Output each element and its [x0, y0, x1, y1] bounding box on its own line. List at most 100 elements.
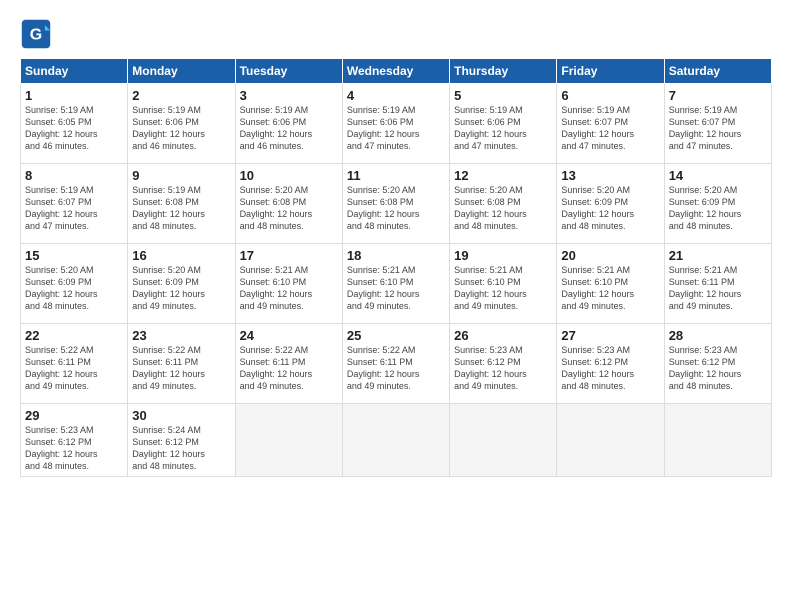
col-header-thursday: Thursday: [450, 59, 557, 84]
day-cell-11: 11Sunrise: 5:20 AM Sunset: 6:08 PM Dayli…: [342, 164, 449, 244]
empty-cell: [342, 404, 449, 477]
day-info: Sunrise: 5:22 AM Sunset: 6:11 PM Dayligh…: [25, 344, 123, 393]
day-number: 22: [25, 328, 123, 343]
day-number: 10: [240, 168, 338, 183]
day-info: Sunrise: 5:23 AM Sunset: 6:12 PM Dayligh…: [669, 344, 767, 393]
day-number: 12: [454, 168, 552, 183]
day-info: Sunrise: 5:19 AM Sunset: 6:07 PM Dayligh…: [669, 104, 767, 153]
day-cell-5: 5Sunrise: 5:19 AM Sunset: 6:06 PM Daylig…: [450, 84, 557, 164]
day-cell-4: 4Sunrise: 5:19 AM Sunset: 6:06 PM Daylig…: [342, 84, 449, 164]
header-row: SundayMondayTuesdayWednesdayThursdayFrid…: [21, 59, 772, 84]
col-header-wednesday: Wednesday: [342, 59, 449, 84]
day-cell-22: 22Sunrise: 5:22 AM Sunset: 6:11 PM Dayli…: [21, 324, 128, 404]
day-number: 21: [669, 248, 767, 263]
day-info: Sunrise: 5:19 AM Sunset: 6:08 PM Dayligh…: [132, 184, 230, 233]
day-number: 2: [132, 88, 230, 103]
day-cell-20: 20Sunrise: 5:21 AM Sunset: 6:10 PM Dayli…: [557, 244, 664, 324]
day-cell-26: 26Sunrise: 5:23 AM Sunset: 6:12 PM Dayli…: [450, 324, 557, 404]
day-number: 15: [25, 248, 123, 263]
day-number: 18: [347, 248, 445, 263]
logo-icon: G: [20, 18, 52, 50]
day-cell-19: 19Sunrise: 5:21 AM Sunset: 6:10 PM Dayli…: [450, 244, 557, 324]
day-info: Sunrise: 5:20 AM Sunset: 6:08 PM Dayligh…: [347, 184, 445, 233]
day-cell-24: 24Sunrise: 5:22 AM Sunset: 6:11 PM Dayli…: [235, 324, 342, 404]
day-cell-18: 18Sunrise: 5:21 AM Sunset: 6:10 PM Dayli…: [342, 244, 449, 324]
day-number: 1: [25, 88, 123, 103]
day-cell-7: 7Sunrise: 5:19 AM Sunset: 6:07 PM Daylig…: [664, 84, 771, 164]
day-info: Sunrise: 5:20 AM Sunset: 6:09 PM Dayligh…: [132, 264, 230, 313]
day-number: 5: [454, 88, 552, 103]
day-cell-12: 12Sunrise: 5:20 AM Sunset: 6:08 PM Dayli…: [450, 164, 557, 244]
day-cell-13: 13Sunrise: 5:20 AM Sunset: 6:09 PM Dayli…: [557, 164, 664, 244]
day-info: Sunrise: 5:20 AM Sunset: 6:09 PM Dayligh…: [25, 264, 123, 313]
empty-cell: [664, 404, 771, 477]
week-row-1: 1Sunrise: 5:19 AM Sunset: 6:05 PM Daylig…: [21, 84, 772, 164]
week-row-3: 15Sunrise: 5:20 AM Sunset: 6:09 PM Dayli…: [21, 244, 772, 324]
day-info: Sunrise: 5:21 AM Sunset: 6:10 PM Dayligh…: [454, 264, 552, 313]
empty-cell: [450, 404, 557, 477]
logo: G: [20, 18, 54, 50]
day-cell-25: 25Sunrise: 5:22 AM Sunset: 6:11 PM Dayli…: [342, 324, 449, 404]
day-info: Sunrise: 5:19 AM Sunset: 6:06 PM Dayligh…: [132, 104, 230, 153]
week-row-2: 8Sunrise: 5:19 AM Sunset: 6:07 PM Daylig…: [21, 164, 772, 244]
day-info: Sunrise: 5:22 AM Sunset: 6:11 PM Dayligh…: [132, 344, 230, 393]
day-number: 16: [132, 248, 230, 263]
day-number: 11: [347, 168, 445, 183]
day-number: 30: [132, 408, 230, 423]
day-info: Sunrise: 5:20 AM Sunset: 6:08 PM Dayligh…: [454, 184, 552, 233]
day-number: 13: [561, 168, 659, 183]
svg-text:G: G: [30, 26, 42, 43]
day-cell-29: 29Sunrise: 5:23 AM Sunset: 6:12 PM Dayli…: [21, 404, 128, 477]
day-cell-8: 8Sunrise: 5:19 AM Sunset: 6:07 PM Daylig…: [21, 164, 128, 244]
day-info: Sunrise: 5:21 AM Sunset: 6:10 PM Dayligh…: [561, 264, 659, 313]
day-cell-9: 9Sunrise: 5:19 AM Sunset: 6:08 PM Daylig…: [128, 164, 235, 244]
col-header-sunday: Sunday: [21, 59, 128, 84]
day-cell-28: 28Sunrise: 5:23 AM Sunset: 6:12 PM Dayli…: [664, 324, 771, 404]
day-number: 23: [132, 328, 230, 343]
day-number: 6: [561, 88, 659, 103]
col-header-friday: Friday: [557, 59, 664, 84]
day-number: 28: [669, 328, 767, 343]
day-info: Sunrise: 5:23 AM Sunset: 6:12 PM Dayligh…: [561, 344, 659, 393]
day-number: 25: [347, 328, 445, 343]
day-info: Sunrise: 5:19 AM Sunset: 6:06 PM Dayligh…: [347, 104, 445, 153]
day-info: Sunrise: 5:19 AM Sunset: 6:05 PM Dayligh…: [25, 104, 123, 153]
day-cell-23: 23Sunrise: 5:22 AM Sunset: 6:11 PM Dayli…: [128, 324, 235, 404]
day-number: 8: [25, 168, 123, 183]
week-row-4: 22Sunrise: 5:22 AM Sunset: 6:11 PM Dayli…: [21, 324, 772, 404]
day-number: 17: [240, 248, 338, 263]
day-info: Sunrise: 5:20 AM Sunset: 6:09 PM Dayligh…: [669, 184, 767, 233]
day-number: 19: [454, 248, 552, 263]
day-info: Sunrise: 5:23 AM Sunset: 6:12 PM Dayligh…: [25, 424, 123, 473]
day-number: 20: [561, 248, 659, 263]
day-info: Sunrise: 5:23 AM Sunset: 6:12 PM Dayligh…: [454, 344, 552, 393]
day-number: 26: [454, 328, 552, 343]
day-number: 14: [669, 168, 767, 183]
day-info: Sunrise: 5:21 AM Sunset: 6:11 PM Dayligh…: [669, 264, 767, 313]
day-number: 4: [347, 88, 445, 103]
col-header-tuesday: Tuesday: [235, 59, 342, 84]
page: G SundayMondayTuesdayWednesdayThursdayFr…: [0, 0, 792, 612]
day-info: Sunrise: 5:20 AM Sunset: 6:08 PM Dayligh…: [240, 184, 338, 233]
day-info: Sunrise: 5:22 AM Sunset: 6:11 PM Dayligh…: [347, 344, 445, 393]
empty-cell: [557, 404, 664, 477]
day-cell-21: 21Sunrise: 5:21 AM Sunset: 6:11 PM Dayli…: [664, 244, 771, 324]
day-cell-27: 27Sunrise: 5:23 AM Sunset: 6:12 PM Dayli…: [557, 324, 664, 404]
day-number: 24: [240, 328, 338, 343]
day-info: Sunrise: 5:19 AM Sunset: 6:06 PM Dayligh…: [454, 104, 552, 153]
col-header-saturday: Saturday: [664, 59, 771, 84]
day-info: Sunrise: 5:19 AM Sunset: 6:07 PM Dayligh…: [561, 104, 659, 153]
day-info: Sunrise: 5:19 AM Sunset: 6:07 PM Dayligh…: [25, 184, 123, 233]
calendar-table: SundayMondayTuesdayWednesdayThursdayFrid…: [20, 58, 772, 477]
day-info: Sunrise: 5:21 AM Sunset: 6:10 PM Dayligh…: [240, 264, 338, 313]
day-info: Sunrise: 5:22 AM Sunset: 6:11 PM Dayligh…: [240, 344, 338, 393]
day-number: 29: [25, 408, 123, 423]
day-cell-10: 10Sunrise: 5:20 AM Sunset: 6:08 PM Dayli…: [235, 164, 342, 244]
day-cell-14: 14Sunrise: 5:20 AM Sunset: 6:09 PM Dayli…: [664, 164, 771, 244]
day-info: Sunrise: 5:19 AM Sunset: 6:06 PM Dayligh…: [240, 104, 338, 153]
col-header-monday: Monday: [128, 59, 235, 84]
day-number: 9: [132, 168, 230, 183]
day-number: 27: [561, 328, 659, 343]
week-row-5: 29Sunrise: 5:23 AM Sunset: 6:12 PM Dayli…: [21, 404, 772, 477]
day-cell-2: 2Sunrise: 5:19 AM Sunset: 6:06 PM Daylig…: [128, 84, 235, 164]
